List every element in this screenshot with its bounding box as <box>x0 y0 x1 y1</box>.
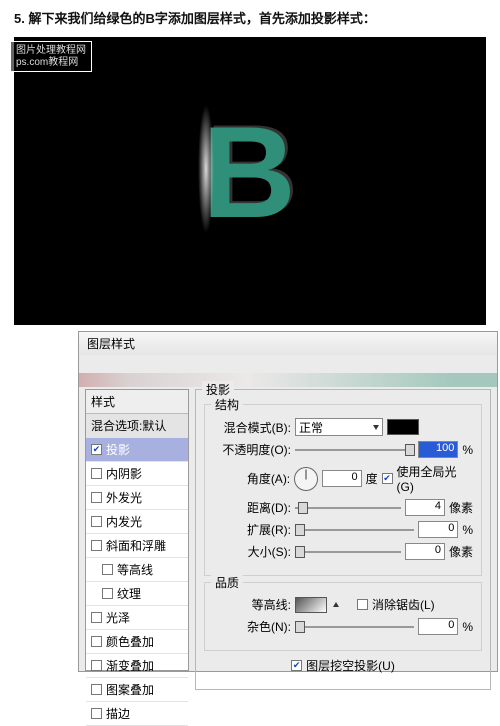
style-texture[interactable]: 纹理 <box>86 582 188 606</box>
background-blur-strip <box>79 373 497 387</box>
style-label: 颜色叠加 <box>106 633 154 650</box>
global-light-checkbox[interactable] <box>382 473 393 484</box>
opacity-unit: % <box>462 443 473 457</box>
spread-unit: % <box>462 523 473 537</box>
styles-list: 样式 混合选项:默认 投影 内阴影 外发光 内发光 斜面和浮雕 等高线 纹理 光… <box>85 389 189 671</box>
styles-header: 样式 <box>86 390 188 414</box>
spread-label: 扩展(R): <box>213 521 291 538</box>
angle-input[interactable]: 0 <box>322 470 362 487</box>
opacity-label: 不透明度(O): <box>213 441 291 458</box>
style-label: 内阴影 <box>106 465 142 482</box>
distance-label: 距离(D): <box>213 499 291 516</box>
checkbox-icon[interactable] <box>91 468 102 479</box>
instruction-text: 5. 解下来我们给绿色的B字添加图层样式，首先添加投影样式： <box>0 0 500 37</box>
watermark-line2: ps.com教程网 <box>16 57 86 69</box>
opacity-input[interactable]: 100 <box>418 441 458 458</box>
antialias-checkbox[interactable] <box>357 599 368 610</box>
preview-canvas: 图片处理教程网 ps.com教程网 B <box>14 37 486 325</box>
size-slider[interactable] <box>295 544 401 560</box>
style-stroke[interactable]: 描边 <box>86 702 188 726</box>
style-label: 斜面和浮雕 <box>106 537 166 554</box>
dialog-title: 图层样式 <box>79 332 497 355</box>
contour-label: 等高线: <box>213 596 291 613</box>
style-inner-shadow[interactable]: 内阴影 <box>86 462 188 486</box>
checkbox-icon[interactable] <box>102 588 113 599</box>
style-label: 渐变叠加 <box>106 657 154 674</box>
style-label: 描边 <box>106 705 130 722</box>
knockout-checkbox[interactable] <box>291 660 302 671</box>
style-label: 内发光 <box>106 513 142 530</box>
angle-label: 角度(A): <box>213 470 290 487</box>
distance-input[interactable]: 4 <box>405 499 445 516</box>
distance-slider[interactable] <box>295 500 401 516</box>
quality-subgroup: 品质 等高线: 消除锯齿(L) 杂色(N): 0 % <box>204 582 482 651</box>
blending-options-default[interactable]: 混合选项:默认 <box>86 414 188 438</box>
shadow-panel: 投影 结构 混合模式(B): 正常 不透明度(O): 100 % <box>195 389 491 671</box>
layer-style-dialog: 图层样式 样式 混合选项:默认 投影 内阴影 外发光 内发光 斜面和浮雕 等高线… <box>78 331 498 672</box>
noise-slider[interactable] <box>295 619 414 635</box>
contour-picker-icon[interactable] <box>333 602 339 607</box>
style-contour[interactable]: 等高线 <box>86 558 188 582</box>
knockout-label: 图层挖空投影(U) <box>306 657 395 674</box>
style-label: 投影 <box>106 441 130 458</box>
style-drop-shadow[interactable]: 投影 <box>86 438 188 462</box>
style-gradient-overlay[interactable]: 渐变叠加 <box>86 654 188 678</box>
color-swatch[interactable] <box>387 419 419 435</box>
structure-title: 结构 <box>211 396 243 413</box>
blend-mode-label: 混合模式(B): <box>213 419 291 436</box>
distance-unit: 像素 <box>449 499 473 516</box>
checkbox-icon[interactable] <box>102 564 113 575</box>
watermark-line1: 图片处理教程网 <box>16 45 86 57</box>
checkbox-icon[interactable] <box>91 444 102 455</box>
letter-highlight <box>198 104 214 234</box>
checkbox-icon[interactable] <box>91 684 102 695</box>
checkbox-icon[interactable] <box>91 612 102 623</box>
style-label: 图案叠加 <box>106 681 154 698</box>
global-light-label: 使用全局光(G) <box>397 463 474 494</box>
style-label: 外发光 <box>106 489 142 506</box>
watermark: 图片处理教程网 ps.com教程网 <box>10 41 92 72</box>
chevron-down-icon <box>373 425 379 430</box>
style-bevel-emboss[interactable]: 斜面和浮雕 <box>86 534 188 558</box>
shadow-group: 投影 结构 混合模式(B): 正常 不透明度(O): 100 % <box>195 389 491 690</box>
contour-swatch[interactable] <box>295 597 327 613</box>
blend-mode-value: 正常 <box>299 419 323 436</box>
antialias-label: 消除锯齿(L) <box>372 596 435 613</box>
checkbox-icon[interactable] <box>91 708 102 719</box>
style-satin[interactable]: 光泽 <box>86 606 188 630</box>
checkbox-icon[interactable] <box>91 516 102 527</box>
letter-b: B <box>202 107 294 237</box>
style-label: 纹理 <box>117 585 141 602</box>
style-pattern-overlay[interactable]: 图案叠加 <box>86 678 188 702</box>
opacity-slider[interactable] <box>295 442 414 458</box>
size-label: 大小(S): <box>213 543 291 560</box>
style-label: 光泽 <box>106 609 130 626</box>
style-color-overlay[interactable]: 颜色叠加 <box>86 630 188 654</box>
structure-subgroup: 结构 混合模式(B): 正常 不透明度(O): 100 % 角度(A): <box>204 404 482 576</box>
noise-unit: % <box>462 620 473 634</box>
checkbox-icon[interactable] <box>91 492 102 503</box>
checkbox-icon[interactable] <box>91 660 102 671</box>
style-inner-glow[interactable]: 内发光 <box>86 510 188 534</box>
angle-unit: 度 <box>366 470 378 487</box>
style-label: 等高线 <box>117 561 153 578</box>
quality-title: 品质 <box>211 574 243 591</box>
letter-wrap: B <box>202 107 294 237</box>
spread-slider[interactable] <box>295 522 414 538</box>
style-outer-glow[interactable]: 外发光 <box>86 486 188 510</box>
blend-mode-dropdown[interactable]: 正常 <box>295 418 383 436</box>
checkbox-icon[interactable] <box>91 636 102 647</box>
spread-input[interactable]: 0 <box>418 521 458 538</box>
size-input[interactable]: 0 <box>405 543 445 560</box>
noise-label: 杂色(N): <box>213 618 291 635</box>
checkbox-icon[interactable] <box>91 540 102 551</box>
size-unit: 像素 <box>449 543 473 560</box>
noise-input[interactable]: 0 <box>418 618 458 635</box>
angle-wheel[interactable] <box>294 467 318 491</box>
